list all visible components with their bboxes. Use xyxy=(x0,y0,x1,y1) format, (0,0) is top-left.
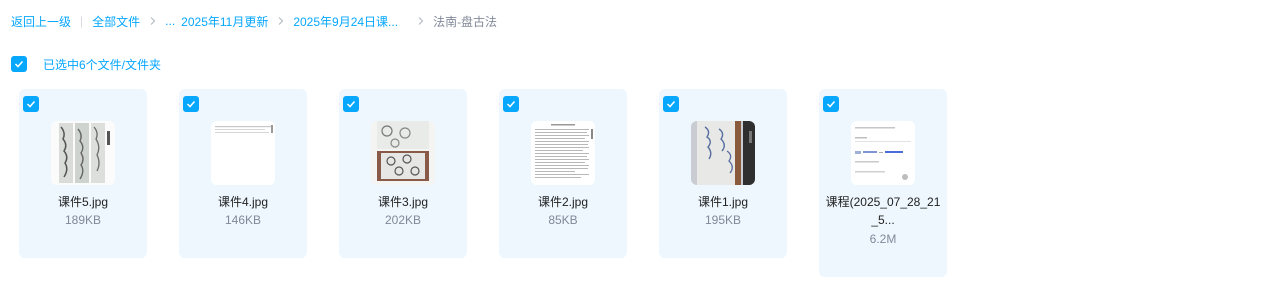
file-name: 课件1.jpg xyxy=(697,195,749,209)
chevron-right-icon xyxy=(274,14,288,28)
file-size: 85KB xyxy=(548,213,578,227)
image-thumbnail-icon xyxy=(51,121,115,185)
image-thumbnail-icon xyxy=(691,121,755,185)
file-size: 189KB xyxy=(64,213,102,227)
file-size: 195KB xyxy=(704,213,742,227)
file-checkbox[interactable] xyxy=(23,96,39,112)
breadcrumb-item-0[interactable]: 2025年11月更新 xyxy=(181,13,268,30)
file-size: 6.2M xyxy=(869,232,897,246)
breadcrumb-root[interactable]: 全部文件 xyxy=(92,13,140,30)
select-all-checkbox[interactable] xyxy=(11,56,27,72)
file-tile[interactable]: 课件5.jpg 189KB xyxy=(19,89,147,258)
breadcrumb-ellipsis[interactable]: ... xyxy=(165,14,175,28)
selection-count: 已选中6个文件/文件夹 xyxy=(43,57,162,72)
breadcrumb: 返回上一级 | 全部文件 ... 2025年11月更新 2025年9月24日课.… xyxy=(11,12,497,30)
breadcrumb-item-1[interactable]: 2025年9月24日课... xyxy=(293,13,398,30)
file-tile[interactable]: 课件1.jpg 195KB xyxy=(659,89,787,258)
breadcrumb-divider: | xyxy=(80,14,84,28)
file-size: 202KB xyxy=(384,213,422,227)
file-tile[interactable]: 课程(2025_07_28_21_5... 6.2M xyxy=(819,89,947,277)
file-tile[interactable]: 课件2.jpg 85KB xyxy=(499,89,627,258)
file-tile[interactable]: 课件3.jpg 202KB xyxy=(339,89,467,258)
file-name: 课件2.jpg xyxy=(537,195,589,209)
file-checkbox[interactable] xyxy=(823,96,839,112)
file-name: 课件3.jpg xyxy=(377,195,429,209)
file-tile[interactable]: 课件4.jpg 146KB xyxy=(179,89,307,258)
image-thumbnail-icon xyxy=(211,121,275,185)
image-thumbnail-icon xyxy=(531,121,595,185)
file-checkbox[interactable] xyxy=(183,96,199,112)
file-name: 课件5.jpg xyxy=(57,195,109,209)
chevron-right-icon xyxy=(146,14,160,28)
file-size: 146KB xyxy=(224,213,262,227)
chevron-right-icon xyxy=(414,14,428,28)
file-checkbox[interactable] xyxy=(663,96,679,112)
file-checkbox[interactable] xyxy=(503,96,519,112)
selection-bar: 已选中6个文件/文件夹 xyxy=(11,56,161,72)
file-name: 课程(2025_07_28_21_5... xyxy=(825,195,941,227)
image-thumbnail-icon xyxy=(371,121,435,185)
file-checkbox[interactable] xyxy=(343,96,359,112)
file-name: 课件4.jpg xyxy=(217,195,269,209)
back-link[interactable]: 返回上一级 xyxy=(11,13,71,30)
video-thumbnail-icon xyxy=(851,121,915,185)
file-grid: 课件5.jpg 189KB 课件4.jpg 146KB 课件3.jpg 202K… xyxy=(19,89,1019,289)
breadcrumb-current: 法南-盘古法 xyxy=(433,14,498,29)
